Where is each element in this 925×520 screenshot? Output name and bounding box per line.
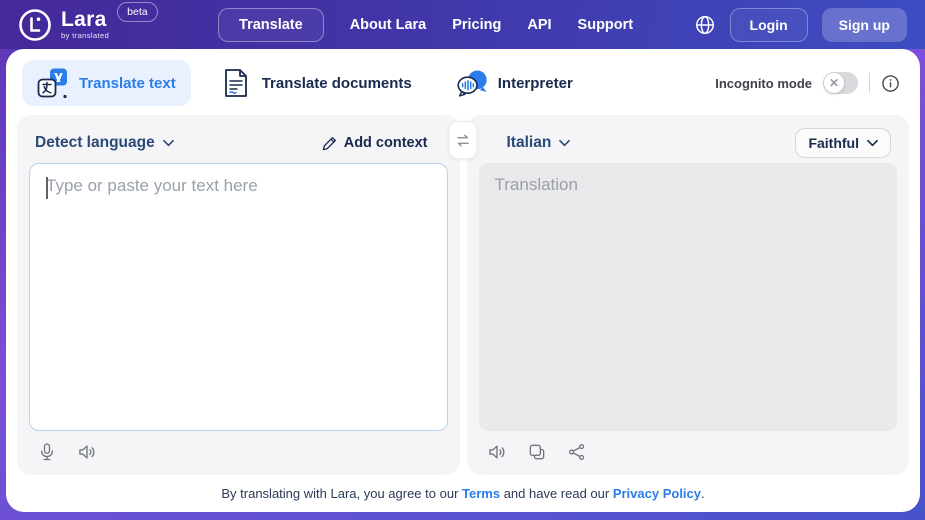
target-panel: Italian Faithful Translation: [466, 115, 909, 475]
chevron-down-icon: [559, 139, 571, 147]
source-text-area-wrap: [29, 163, 448, 431]
incognito-toggle[interactable]: ✕: [823, 72, 858, 94]
chevron-down-icon: [867, 139, 878, 147]
nav-item-pricing[interactable]: Pricing: [452, 17, 501, 33]
source-panel-footer: [29, 431, 448, 469]
swap-languages-button[interactable]: [448, 121, 478, 159]
speaker-icon[interactable]: [487, 442, 507, 462]
tab-translate-text[interactable]: Translate text: [22, 60, 191, 106]
target-language-select[interactable]: Italian: [507, 134, 571, 152]
translation-style-label: Faithful: [808, 135, 859, 151]
tab-interpreter[interactable]: Interpreter: [441, 60, 588, 106]
divider: [869, 73, 870, 93]
terms-footer: By translating with Lara, you agree to o…: [6, 475, 920, 512]
translate-panels: Detect language Add context Type or past…: [6, 115, 920, 475]
copy-icon[interactable]: [527, 442, 547, 462]
nav-item-translate[interactable]: Translate: [218, 7, 324, 42]
source-panel: Detect language Add context: [17, 115, 460, 475]
source-text-input[interactable]: [30, 164, 447, 430]
tab-translate-text-label: Translate text: [79, 74, 176, 92]
tabs-row: Translate text Translate documents Inter…: [6, 49, 920, 115]
speaker-icon[interactable]: [77, 442, 97, 462]
share-icon[interactable]: [567, 442, 587, 462]
terms-link[interactable]: Terms: [462, 486, 500, 501]
login-button[interactable]: Login: [729, 7, 808, 42]
main-nav: Translate About Lara Pricing API Support: [218, 7, 634, 42]
tab-translate-documents[interactable]: Translate documents: [205, 60, 427, 106]
microphone-icon[interactable]: [37, 442, 57, 462]
source-language-label: Detect language: [35, 134, 155, 151]
brand-name: Lara: [61, 8, 107, 32]
toggle-knob-x-icon: ✕: [824, 73, 844, 93]
translate-documents-icon: [224, 69, 247, 97]
language-globe-icon[interactable]: [694, 14, 716, 36]
info-icon[interactable]: [881, 74, 900, 93]
brand-byline: by translated: [61, 31, 110, 41]
translation-style-select[interactable]: Faithful: [795, 128, 891, 158]
nav-item-api[interactable]: API: [527, 17, 551, 33]
terms-text-before: By translating with Lara, you agree to o…: [221, 486, 463, 501]
privacy-policy-link[interactable]: Privacy Policy: [613, 486, 701, 501]
target-panel-footer: [479, 431, 898, 469]
translate-text-icon: [37, 68, 67, 99]
brand-text: Lara by translated: [61, 9, 109, 40]
lara-logo-icon: [19, 8, 51, 41]
target-panel-header: Italian Faithful: [479, 123, 898, 163]
lara-logo[interactable]: Lara by translated: [18, 8, 109, 42]
header-right-group: Login Sign up: [694, 7, 907, 42]
signup-button[interactable]: Sign up: [821, 7, 907, 42]
chevron-down-icon: [162, 139, 174, 147]
swap-arrows-icon: [457, 134, 469, 146]
interpreter-icon: [457, 70, 487, 97]
source-panel-header: Detect language Add context: [29, 123, 448, 163]
text-caret: [46, 177, 48, 199]
source-language-select[interactable]: Detect language: [35, 134, 174, 152]
pencil-icon: [322, 136, 336, 150]
translate-card: Translate text Translate documents Inter…: [6, 49, 920, 512]
translation-output: Translation: [478, 163, 897, 431]
nav-item-about-lara[interactable]: About Lara: [350, 17, 427, 33]
beta-badge: beta: [117, 2, 158, 22]
tab-translate-documents-label: Translate documents: [261, 74, 412, 92]
terms-text-middle: and have read our: [500, 486, 613, 501]
nav-item-support[interactable]: Support: [578, 17, 634, 33]
add-context-label: Add context: [343, 135, 428, 151]
terms-text-after: .: [701, 486, 705, 501]
incognito-group: Incognito mode ✕: [715, 72, 900, 94]
target-language-label: Italian: [506, 134, 552, 151]
incognito-mode-label: Incognito mode: [715, 75, 812, 91]
add-context-button[interactable]: Add context: [322, 135, 442, 151]
tab-interpreter-label: Interpreter: [497, 74, 573, 92]
top-header: Lara by translated beta Translate About …: [0, 0, 925, 49]
